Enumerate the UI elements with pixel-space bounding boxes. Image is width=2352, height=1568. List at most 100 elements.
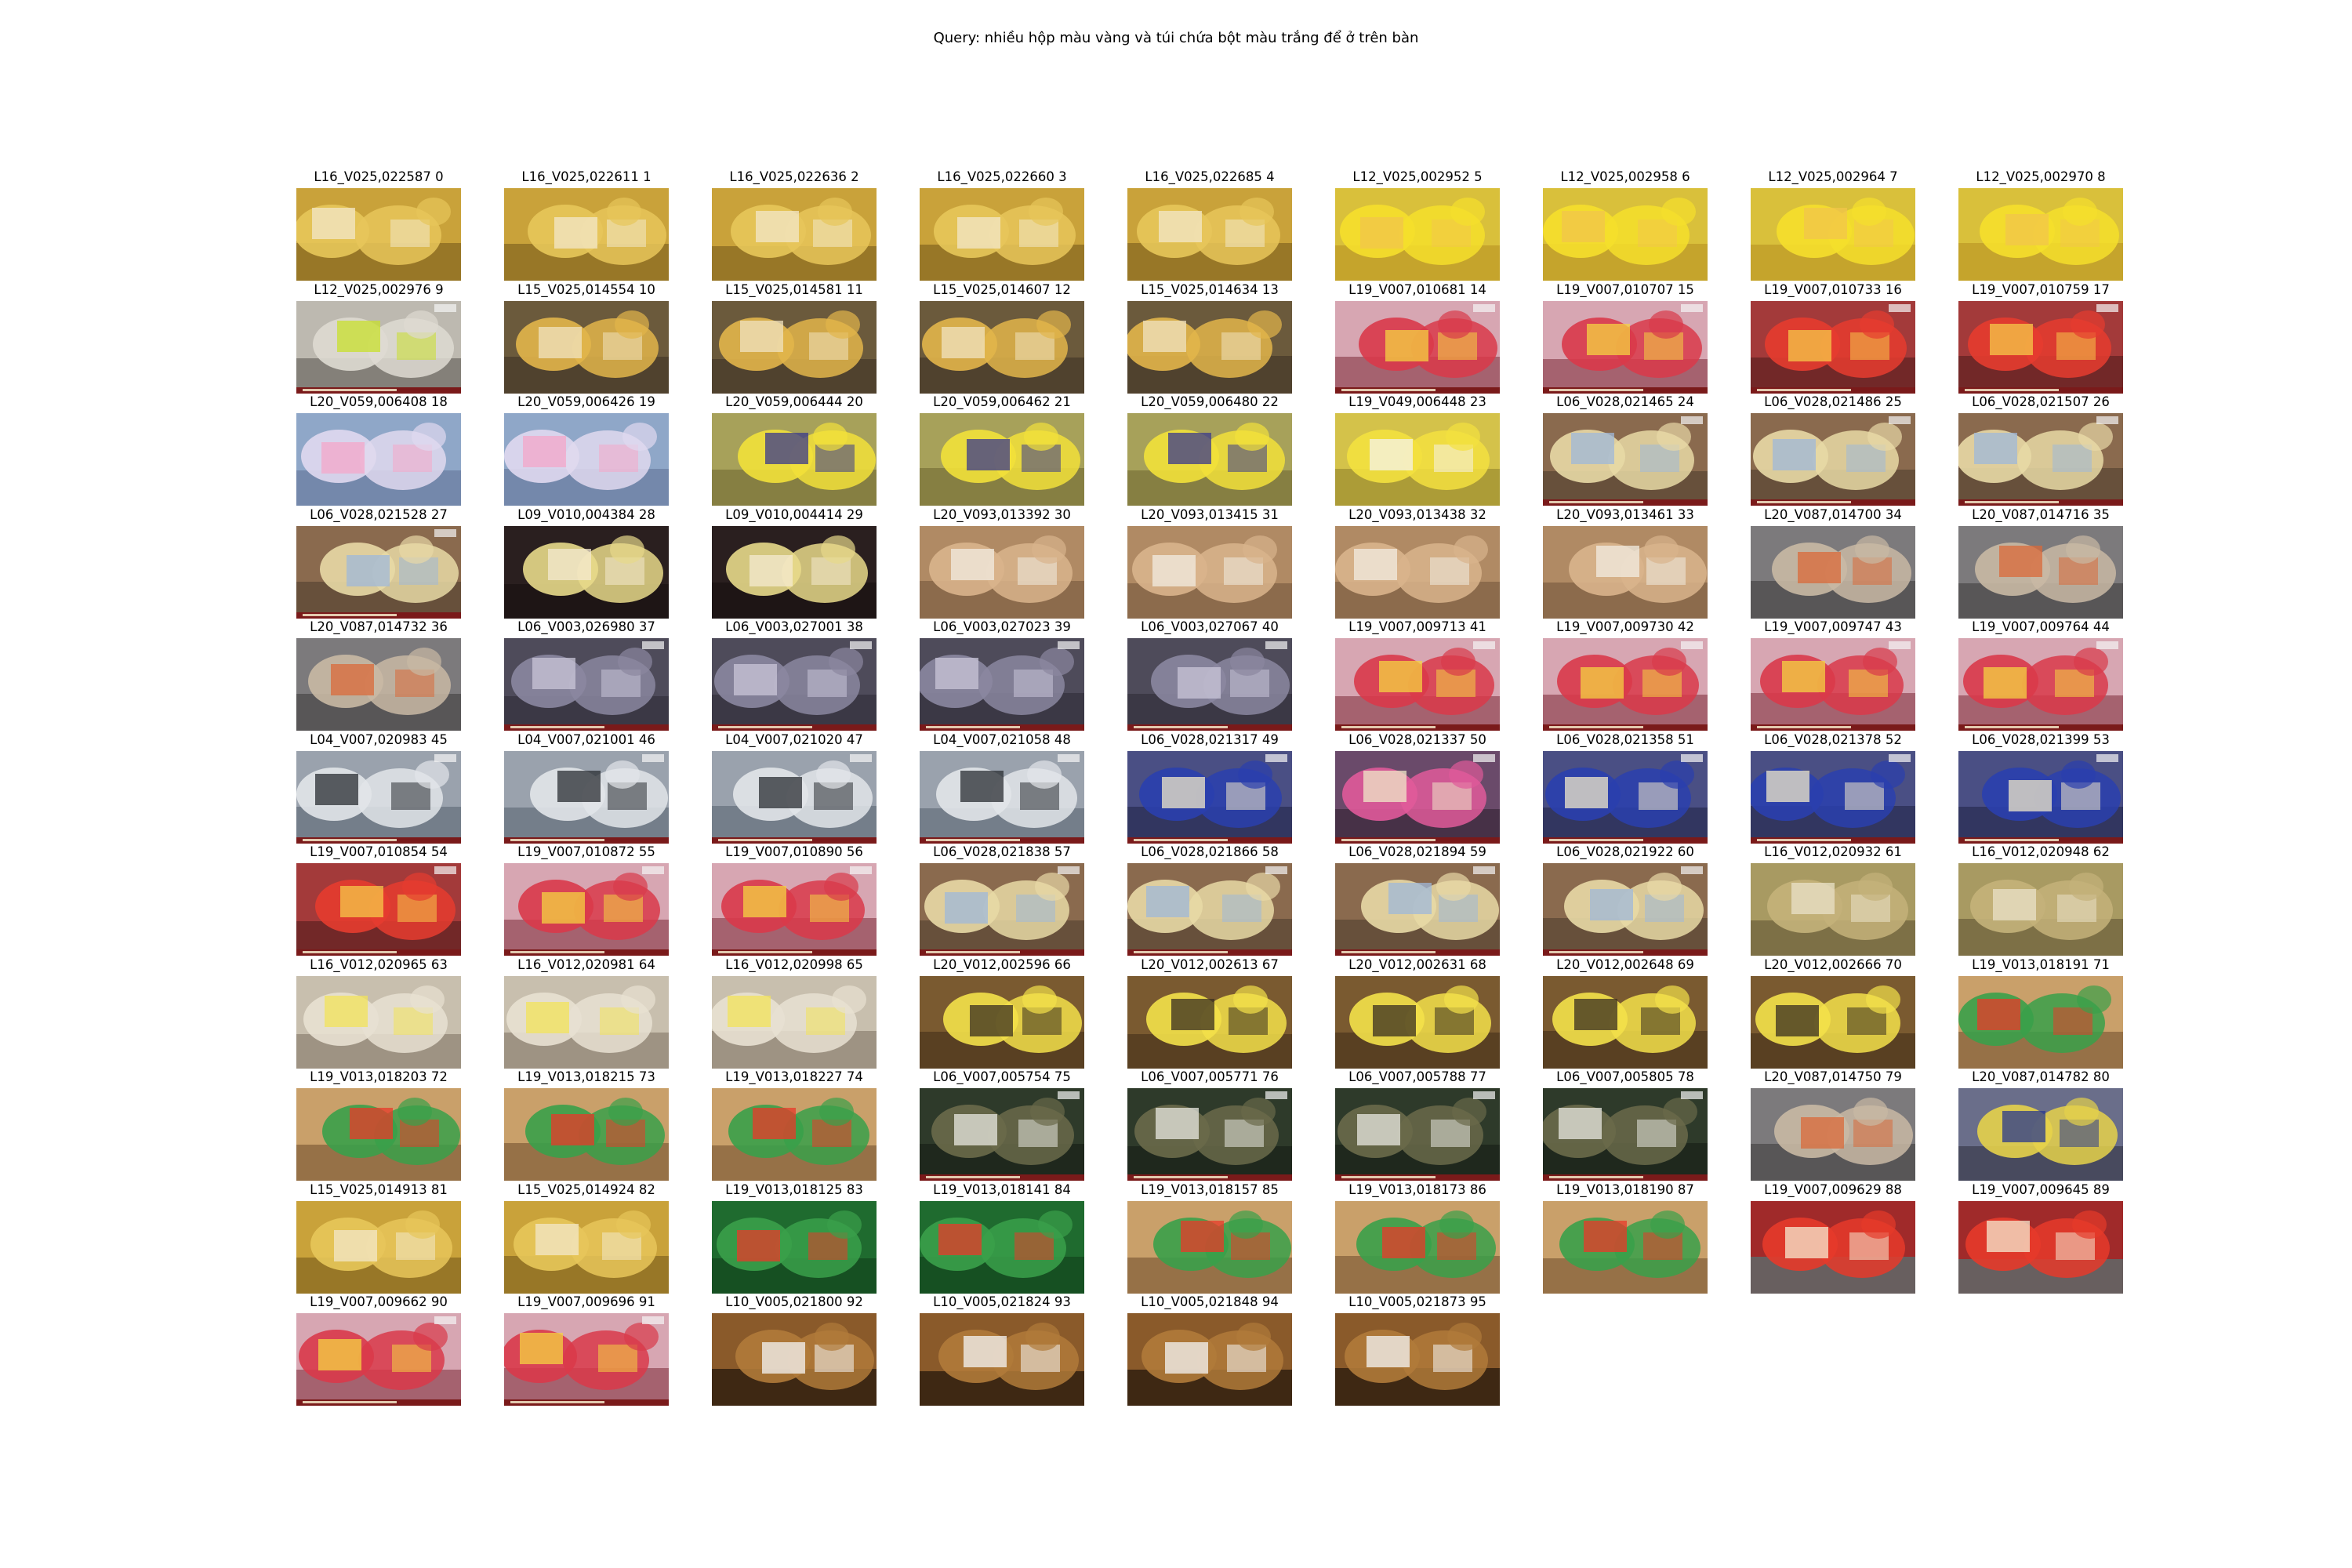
thumbnail-tile[interactable]: L20_V093,013438 32 [1335, 507, 1500, 619]
thumbnail-tile[interactable]: L16_V012,020932 61 [1751, 844, 1915, 956]
thumbnail-tile[interactable]: L19_V007,010872 55 [504, 844, 669, 956]
video-frame-thumbnail[interactable] [296, 188, 461, 281]
thumbnail-tile[interactable]: L20_V059,006462 21 [920, 394, 1084, 506]
thumbnail-tile[interactable]: L19_V007,010759 17 [1958, 282, 2123, 394]
thumbnail-tile[interactable]: L12_V025,002970 8 [1958, 169, 2123, 281]
video-frame-thumbnail[interactable] [1543, 413, 1708, 506]
thumbnail-tile[interactable]: L06_V007,005805 78 [1543, 1069, 1708, 1181]
thumbnail-tile[interactable]: L06_V028,021866 58 [1127, 844, 1292, 956]
video-frame-thumbnail[interactable] [1751, 863, 1915, 956]
video-frame-thumbnail[interactable] [1543, 188, 1708, 281]
thumbnail-tile[interactable]: L12_V025,002958 6 [1543, 169, 1708, 281]
thumbnail-tile[interactable]: L19_V013,018191 71 [1958, 957, 2123, 1069]
thumbnail-tile[interactable]: L19_V013,018190 87 [1543, 1182, 1708, 1294]
video-frame-thumbnail[interactable] [1751, 188, 1915, 281]
thumbnail-tile[interactable]: L19_V049,006448 23 [1335, 394, 1500, 506]
thumbnail-tile[interactable]: L19_V013,018125 83 [712, 1182, 877, 1294]
video-frame-thumbnail[interactable] [504, 1313, 669, 1406]
thumbnail-tile[interactable]: L06_V007,005754 75 [920, 1069, 1084, 1181]
thumbnail-tile[interactable]: L20_V087,014700 34 [1751, 507, 1915, 619]
thumbnail-tile[interactable]: L15_V025,014581 11 [712, 282, 877, 394]
video-frame-thumbnail[interactable] [1127, 1088, 1292, 1181]
thumbnail-tile[interactable]: L15_V025,014554 10 [504, 282, 669, 394]
thumbnail-tile[interactable]: L16_V025,022611 1 [504, 169, 669, 281]
thumbnail-tile[interactable]: L16_V012,020998 65 [712, 957, 877, 1069]
video-frame-thumbnail[interactable] [504, 1088, 669, 1181]
video-frame-thumbnail[interactable] [1751, 413, 1915, 506]
video-frame-thumbnail[interactable] [920, 1200, 1084, 1294]
thumbnail-tile[interactable]: L19_V007,009713 41 [1335, 619, 1500, 731]
video-frame-thumbnail[interactable] [1335, 413, 1500, 506]
video-frame-thumbnail[interactable] [1543, 863, 1708, 956]
thumbnail-tile[interactable]: L19_V007,009696 91 [504, 1294, 669, 1406]
thumbnail-tile[interactable]: L20_V012,002631 68 [1335, 957, 1500, 1069]
video-frame-thumbnail[interactable] [1335, 300, 1500, 394]
thumbnail-tile[interactable]: L19_V007,009730 42 [1543, 619, 1708, 731]
video-frame-thumbnail[interactable] [1127, 863, 1292, 956]
video-frame-thumbnail[interactable] [1543, 750, 1708, 844]
thumbnail-tile[interactable]: L06_V028,021922 60 [1543, 844, 1708, 956]
thumbnail-tile[interactable]: L06_V028,021838 57 [920, 844, 1084, 956]
thumbnail-tile[interactable]: L19_V007,009747 43 [1751, 619, 1915, 731]
thumbnail-tile[interactable]: L12_V025,002964 7 [1751, 169, 1915, 281]
thumbnail-tile[interactable]: L20_V012,002648 69 [1543, 957, 1708, 1069]
thumbnail-tile[interactable]: L15_V025,014607 12 [920, 282, 1084, 394]
thumbnail-tile[interactable]: L15_V025,014913 81 [296, 1182, 461, 1294]
thumbnail-tile[interactable]: L09_V010,004384 28 [504, 507, 669, 619]
video-frame-thumbnail[interactable] [1958, 975, 2123, 1069]
thumbnail-tile[interactable]: L06_V028,021378 52 [1751, 732, 1915, 844]
thumbnail-tile[interactable]: L16_V012,020948 62 [1958, 844, 2123, 956]
video-frame-thumbnail[interactable] [504, 638, 669, 731]
video-frame-thumbnail[interactable] [1751, 975, 1915, 1069]
thumbnail-tile[interactable]: L06_V028,021528 27 [296, 507, 461, 619]
video-frame-thumbnail[interactable] [1335, 1313, 1500, 1406]
video-frame-thumbnail[interactable] [712, 525, 877, 619]
thumbnail-tile[interactable]: L19_V013,018203 72 [296, 1069, 461, 1181]
thumbnail-tile[interactable]: L16_V025,022587 0 [296, 169, 461, 281]
video-frame-thumbnail[interactable] [1127, 750, 1292, 844]
video-frame-thumbnail[interactable] [712, 638, 877, 731]
thumbnail-tile[interactable]: L04_V007,021001 46 [504, 732, 669, 844]
video-frame-thumbnail[interactable] [504, 750, 669, 844]
thumbnail-tile[interactable]: L19_V007,009662 90 [296, 1294, 461, 1406]
thumbnail-tile[interactable]: L10_V005,021800 92 [712, 1294, 877, 1406]
video-frame-thumbnail[interactable] [1543, 1200, 1708, 1294]
thumbnail-tile[interactable]: L19_V007,010733 16 [1751, 282, 1915, 394]
thumbnail-tile[interactable]: L20_V012,002596 66 [920, 957, 1084, 1069]
video-frame-thumbnail[interactable] [504, 1200, 669, 1294]
thumbnail-tile[interactable]: L20_V087,014782 80 [1958, 1069, 2123, 1181]
thumbnail-tile[interactable]: L12_V025,002952 5 [1335, 169, 1500, 281]
video-frame-thumbnail[interactable] [1958, 863, 2123, 956]
thumbnail-tile[interactable]: L06_V028,021399 53 [1958, 732, 2123, 844]
thumbnail-tile[interactable]: L19_V013,018227 74 [712, 1069, 877, 1181]
thumbnail-tile[interactable]: L09_V010,004414 29 [712, 507, 877, 619]
video-frame-thumbnail[interactable] [1543, 975, 1708, 1069]
video-frame-thumbnail[interactable] [1335, 1200, 1500, 1294]
thumbnail-tile[interactable]: L16_V012,020965 63 [296, 957, 461, 1069]
video-frame-thumbnail[interactable] [712, 413, 877, 506]
video-frame-thumbnail[interactable] [920, 525, 1084, 619]
thumbnail-tile[interactable]: L19_V007,009629 88 [1751, 1182, 1915, 1294]
video-frame-thumbnail[interactable] [1335, 750, 1500, 844]
video-frame-thumbnail[interactable] [920, 638, 1084, 731]
video-frame-thumbnail[interactable] [920, 1313, 1084, 1406]
video-frame-thumbnail[interactable] [1127, 1313, 1292, 1406]
video-frame-thumbnail[interactable] [1958, 638, 2123, 731]
video-frame-thumbnail[interactable] [1543, 300, 1708, 394]
thumbnail-tile[interactable]: L16_V025,022660 3 [920, 169, 1084, 281]
thumbnail-tile[interactable]: L20_V093,013392 30 [920, 507, 1084, 619]
thumbnail-tile[interactable]: L10_V005,021873 95 [1335, 1294, 1500, 1406]
video-frame-thumbnail[interactable] [1958, 750, 2123, 844]
thumbnail-tile[interactable]: L06_V028,021486 25 [1751, 394, 1915, 506]
video-frame-thumbnail[interactable] [1958, 1200, 2123, 1294]
thumbnail-tile[interactable]: L19_V013,018215 73 [504, 1069, 669, 1181]
thumbnail-tile[interactable]: L10_V005,021848 94 [1127, 1294, 1292, 1406]
thumbnail-tile[interactable]: L06_V028,021358 51 [1543, 732, 1708, 844]
thumbnail-tile[interactable]: L20_V059,006444 20 [712, 394, 877, 506]
thumbnail-tile[interactable]: L20_V087,014732 36 [296, 619, 461, 731]
thumbnail-tile[interactable]: L06_V003,027067 40 [1127, 619, 1292, 731]
thumbnail-tile[interactable]: L19_V007,010681 14 [1335, 282, 1500, 394]
video-frame-thumbnail[interactable] [1958, 188, 2123, 281]
video-frame-thumbnail[interactable] [1127, 975, 1292, 1069]
video-frame-thumbnail[interactable] [1127, 1200, 1292, 1294]
